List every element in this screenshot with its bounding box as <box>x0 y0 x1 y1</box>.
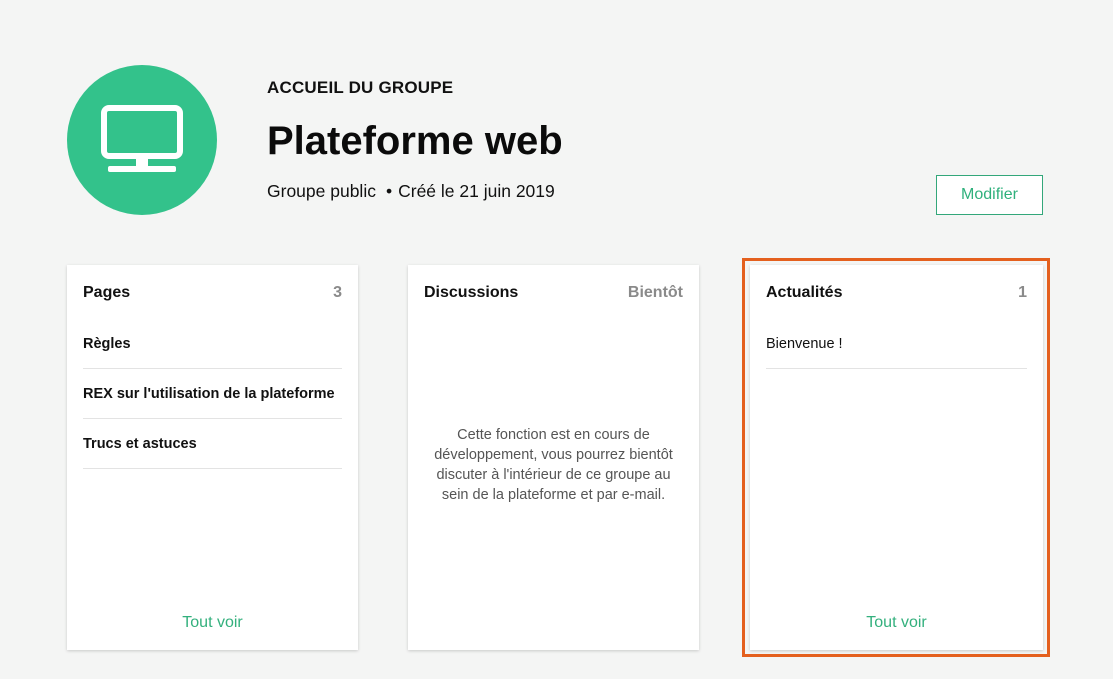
page-kicker: ACCUEIL DU GROUPE <box>267 78 454 97</box>
group-avatar <box>67 65 217 215</box>
pages-see-all-link[interactable]: Tout voir <box>67 614 358 632</box>
monitor-icon <box>101 105 183 172</box>
news-item-bienvenue[interactable]: Bienvenue ! <box>766 319 1027 369</box>
news-card: Actualités 1 Bienvenue ! Tout voir <box>750 265 1043 650</box>
page-item-trucs-astuces[interactable]: Trucs et astuces <box>83 419 342 469</box>
news-count: 1 <box>1018 284 1027 301</box>
pages-list: Règles REX sur l'utilisation de la plate… <box>83 319 342 469</box>
group-created-date: Créé le 21 juin 2019 <box>398 181 555 201</box>
group-visibility: Groupe public <box>267 181 376 201</box>
group-header: ACCUEIL DU GROUPE Plateforme web Groupe … <box>267 78 563 202</box>
page-item-rex[interactable]: REX sur l'utilisation de la plateforme <box>83 369 342 419</box>
modify-button[interactable]: Modifier <box>936 175 1043 215</box>
news-card-title: Actualités <box>766 284 843 301</box>
page-item-regles[interactable]: Règles <box>83 319 342 369</box>
page-title: Plateforme web <box>267 119 563 163</box>
news-see-all-link[interactable]: Tout voir <box>750 614 1043 632</box>
meta-separator: • <box>385 181 393 201</box>
pages-card-title: Pages <box>83 284 131 301</box>
discussions-card-title: Discussions <box>424 284 519 301</box>
discussions-card-header: Discussions Bientôt <box>424 284 683 302</box>
news-list: Bienvenue ! <box>766 319 1027 369</box>
discussions-card: Discussions Bientôt Cette fonction est e… <box>408 265 699 650</box>
pages-card-header: Pages 3 <box>83 284 342 302</box>
discussions-message: Cette fonction est en cours de développe… <box>434 427 673 503</box>
pages-count: 3 <box>333 284 342 301</box>
pages-card: Pages 3 Règles REX sur l'utilisation de … <box>67 265 358 650</box>
group-meta: Groupe public • Créé le 21 juin 2019 <box>267 180 563 202</box>
news-card-header: Actualités 1 <box>766 284 1027 302</box>
discussions-status: Bientôt <box>627 284 683 301</box>
